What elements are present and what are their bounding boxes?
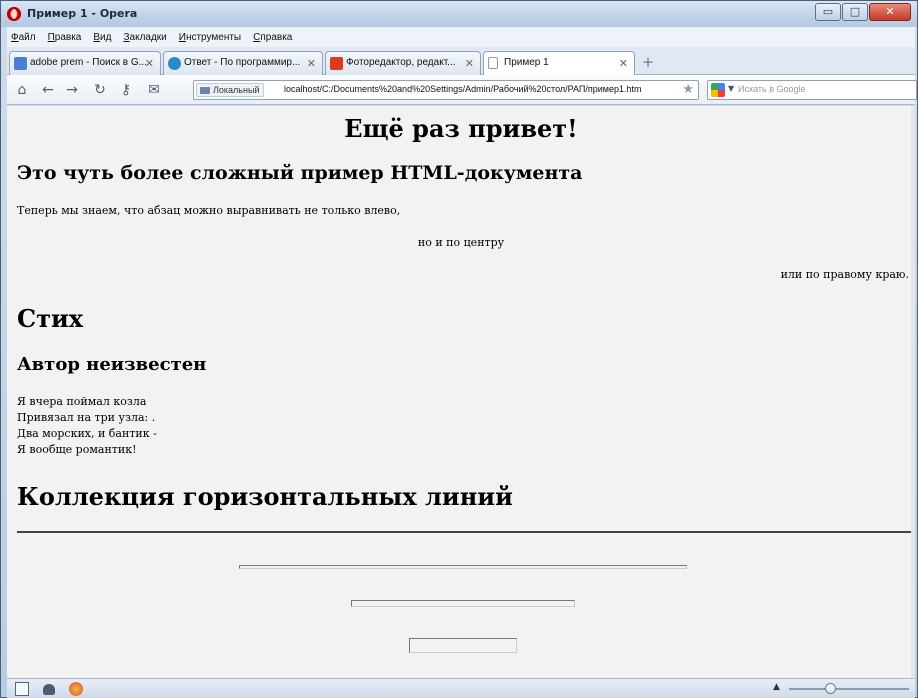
menu-bar: Файл Правка Вид Закладки Инструменты Спр… (7, 27, 915, 47)
poem-text: Я вчера поймал козла Привязал на три узл… (17, 394, 157, 458)
menu-file[interactable]: Файл (11, 32, 36, 43)
page-content: Ещё раз привет! Это чуть более сложный п… (7, 106, 915, 678)
poem-line: Я вообще романтик! (17, 443, 137, 456)
status-bar: ▲ (7, 678, 915, 698)
menu-view[interactable]: Вид (93, 32, 111, 43)
back-icon[interactable]: ← (39, 81, 57, 99)
mail-icon[interactable]: ✉ (145, 81, 163, 99)
close-button[interactable]: ✕ (869, 3, 911, 21)
reload-icon[interactable]: ↻ (91, 81, 109, 99)
poem-line: Привязал на три узла: . (17, 411, 156, 424)
horizontal-rule-small (409, 638, 517, 653)
menu-help[interactable]: Справка (253, 32, 292, 43)
opera-logo-icon (7, 7, 21, 21)
menu-tools[interactable]: Инструменты (179, 32, 241, 43)
tab-close-icon[interactable]: ✕ (619, 57, 628, 70)
google-icon (14, 57, 27, 70)
search-placeholder: Искать в Google (738, 84, 806, 94)
paragraph-left: Теперь мы знаем, что абзац можно выравни… (17, 204, 401, 217)
close-icon: ✕ (885, 5, 895, 18)
tab-label: adobe prem - Поиск в G... (30, 57, 147, 68)
tab-label: Ответ - По программир... (184, 57, 301, 68)
page-heading: Ещё раз привет! (344, 114, 578, 143)
tab-photo-editor[interactable]: Фоторедактор, редакт... ✕ (325, 51, 481, 75)
horizontal-rule-quarter (351, 600, 575, 607)
minimize-icon: ▭ (822, 5, 834, 18)
browser-window: Пример 1 - Opera ▭ □ ✕ Файл Правка Вид З… (0, 0, 918, 698)
search-input[interactable]: ▼ Искать в Google (707, 80, 917, 100)
poem-heading: Стих (17, 304, 84, 333)
tab-label: Пример 1 (504, 57, 549, 68)
tab-google-search[interactable]: adobe prem - Поиск в G... ✕ (9, 51, 161, 75)
panel-toggle-icon[interactable] (15, 682, 29, 696)
url-text[interactable]: localhost/C:/Documents%20and%20Settings/… (284, 84, 642, 94)
unite-icon[interactable] (43, 684, 55, 695)
adobe-icon (330, 57, 343, 70)
paragraph-center: но и по центру (417, 236, 505, 249)
poem-line: Два морских, и бантик - (17, 427, 157, 440)
tab-close-icon[interactable]: ✕ (465, 57, 474, 70)
maximize-icon: □ (849, 5, 861, 18)
search-engine-dropdown-icon[interactable]: ▼ (728, 84, 734, 93)
intro-heading: Это чуть более сложный пример HTML-докум… (17, 162, 583, 184)
address-toolbar: ⌂ ← → ↻ ⚷ ✉ Локальный localhost/C:/Docum… (7, 75, 917, 105)
title-bar: Пример 1 - Opera ▭ □ ✕ (1, 1, 917, 27)
new-tab-button[interactable]: + (639, 55, 657, 71)
zoom-slider-handle[interactable] (825, 683, 836, 694)
tab-answer[interactable]: Ответ - По программир... ✕ (163, 51, 323, 75)
menu-edit[interactable]: Правка (48, 32, 82, 43)
window-title: Пример 1 - Opera (27, 7, 138, 20)
turbo-icon[interactable] (69, 682, 83, 696)
google-search-icon[interactable] (711, 83, 725, 97)
tab-bar: adobe prem - Поиск в G... ✕ Ответ - По п… (7, 47, 915, 76)
tab-example-1[interactable]: Пример 1 ✕ (483, 51, 635, 76)
paragraph-right: или по правому краю. (780, 268, 909, 281)
horizontal-rule-full (17, 531, 911, 533)
tab-close-icon[interactable]: ✕ (307, 57, 316, 70)
address-field[interactable]: Локальный localhost/C:/Documents%20and%2… (193, 80, 699, 100)
zoom-slider[interactable] (789, 688, 909, 690)
home-icon[interactable]: ⌂ (13, 81, 31, 99)
vertical-scrollbar[interactable] (911, 106, 915, 678)
tab-close-icon[interactable]: ✕ (145, 57, 154, 70)
zoom-up-icon[interactable]: ▲ (773, 682, 780, 692)
forward-icon[interactable]: → (63, 81, 81, 99)
lines-heading: Коллекция горизонтальных линий (17, 482, 513, 511)
local-badge[interactable]: Локальный (196, 83, 265, 97)
minimize-button[interactable]: ▭ (815, 3, 841, 21)
horizontal-rule-half (239, 565, 687, 569)
maximize-button[interactable]: □ (842, 3, 868, 21)
poem-line: Я вчера поймал козла (17, 395, 147, 408)
author-heading: Автор неизвестен (17, 354, 207, 375)
window-controls: ▭ □ ✕ (814, 3, 911, 21)
bookmark-star-icon[interactable]: ★ (682, 82, 694, 97)
menu-bookmarks[interactable]: Закладки (123, 32, 166, 43)
tab-label: Фоторедактор, редакт... (346, 57, 456, 68)
page-icon (488, 57, 498, 69)
answer-site-icon (168, 57, 181, 70)
key-icon[interactable]: ⚷ (117, 81, 135, 99)
